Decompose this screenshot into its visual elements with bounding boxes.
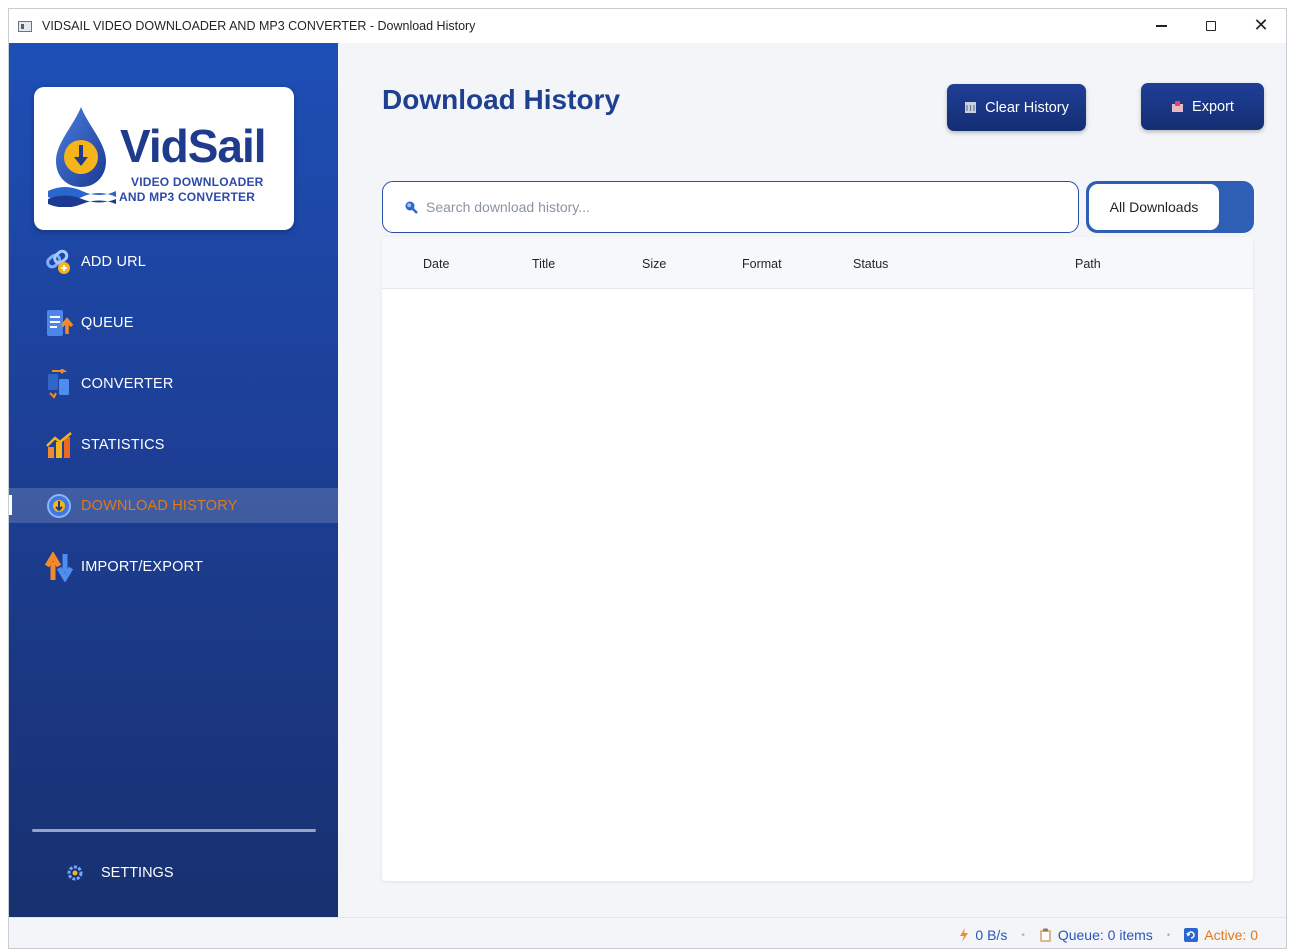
logo-wave-icon (48, 187, 116, 207)
logo: VidSail VIDEO DOWNLOADER AND MP3 CONVERT… (34, 87, 294, 230)
sidebar-item-settings[interactable]: SETTINGS (63, 861, 174, 885)
filter-dropdown[interactable]: All Downloads (1086, 181, 1254, 233)
refresh-icon (1184, 928, 1199, 942)
main-content: Download History Clear History Export Al… (338, 43, 1286, 917)
logo-name: VidSail (120, 120, 267, 172)
queue-value: Queue: 0 items (1057, 927, 1153, 943)
export-button[interactable]: Export (1141, 83, 1264, 130)
table-header: Date Title Size Format Status Path (382, 237, 1253, 289)
status-separator: • (1166, 929, 1171, 941)
clear-history-button[interactable]: Clear History (947, 84, 1086, 131)
settings-label: SETTINGS (101, 865, 174, 881)
sidebar-item-statistics[interactable]: STATISTICS (9, 427, 338, 462)
sidebar-item-download-history[interactable]: DOWNLOAD HISTORY (9, 488, 338, 523)
status-separator: • (1021, 929, 1025, 941)
column-header-format[interactable]: Format (742, 257, 782, 271)
search-input[interactable] (426, 199, 1026, 215)
export-icon (1171, 100, 1184, 113)
filter-value: All Downloads (1088, 183, 1220, 231)
history-download-icon (43, 490, 75, 522)
sidebar-item-converter[interactable]: CONVERTER (9, 366, 338, 401)
queue-status: Queue: 0 items (1039, 927, 1153, 943)
title-bar: VIDSAIL VIDEO DOWNLOADER AND MP3 CONVERT… (9, 9, 1286, 43)
column-header-date[interactable]: Date (423, 257, 449, 271)
maximize-button[interactable] (1186, 9, 1236, 43)
up-down-arrows-icon (43, 551, 75, 583)
gear-icon (63, 861, 87, 885)
sidebar-item-add-url[interactable]: ADD URL (9, 244, 338, 279)
trash-icon (964, 101, 977, 114)
clipboard-icon (1039, 928, 1052, 943)
status-bar: 0 B/s • Queue: 0 items • Active: 0 (9, 917, 1286, 948)
logo-drop-icon (56, 107, 106, 187)
sidebar-item-queue[interactable]: QUEUE (9, 305, 338, 340)
window-controls: ✕ (1136, 9, 1286, 43)
lightning-icon (959, 928, 969, 942)
maximize-icon (1206, 21, 1216, 31)
sidebar-divider (32, 829, 316, 832)
minimize-button[interactable] (1136, 9, 1186, 43)
search-box (382, 181, 1079, 233)
column-header-status[interactable]: Status (853, 257, 888, 271)
export-label: Export (1192, 98, 1234, 115)
close-button[interactable]: ✕ (1236, 9, 1286, 43)
link-add-icon (43, 246, 75, 278)
logo-subtitle-line2: AND MP3 CONVERTER (119, 190, 256, 204)
sidebar: VidSail VIDEO DOWNLOADER AND MP3 CONVERT… (9, 43, 338, 917)
page-title: Download History (382, 84, 621, 115)
active-status: Active: 0 (1184, 927, 1258, 943)
search-icon (405, 201, 418, 214)
minimize-icon (1155, 25, 1167, 27)
sidebar-item-label: IMPORT/EXPORT (81, 558, 204, 575)
speed-value: 0 B/s (975, 927, 1008, 943)
sidebar-item-import-export[interactable]: IMPORT/EXPORT (9, 549, 338, 584)
active-value: Active: 0 (1204, 927, 1258, 943)
sidebar-item-label: CONVERTER (81, 375, 174, 392)
logo-subtitle-line1: VIDEO DOWNLOADER (131, 175, 264, 189)
sidebar-item-label: DOWNLOAD HISTORY (81, 497, 238, 514)
sidebar-item-label: STATISTICS (81, 436, 165, 453)
column-header-size[interactable]: Size (642, 257, 666, 271)
bar-chart-icon (43, 429, 75, 461)
app-icon (18, 20, 32, 32)
convert-arrows-icon (43, 368, 75, 400)
history-table: Date Title Size Format Status Path (382, 237, 1253, 881)
sidebar-nav: ADD URL QUEUE CONVERTER STATISTICS DOWNL… (9, 244, 338, 610)
app-window: VIDSAIL VIDEO DOWNLOADER AND MP3 CONVERT… (8, 8, 1287, 949)
column-header-path[interactable]: Path (1075, 257, 1101, 271)
clear-history-label: Clear History (985, 99, 1069, 116)
sidebar-item-label: QUEUE (81, 314, 134, 331)
column-header-title[interactable]: Title (532, 257, 555, 271)
window-title: VIDSAIL VIDEO DOWNLOADER AND MP3 CONVERT… (42, 19, 476, 33)
sidebar-item-label: ADD URL (81, 253, 147, 270)
speed-status: 0 B/s (959, 927, 1007, 943)
queue-upload-icon (43, 307, 75, 339)
close-icon: ✕ (1253, 15, 1269, 36)
